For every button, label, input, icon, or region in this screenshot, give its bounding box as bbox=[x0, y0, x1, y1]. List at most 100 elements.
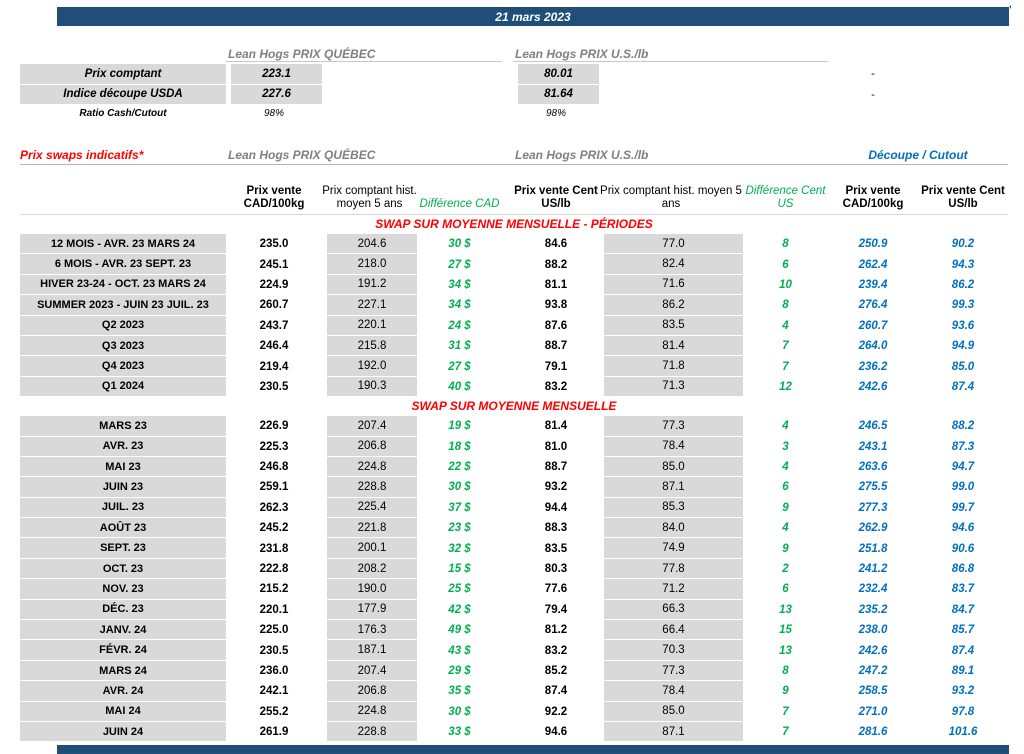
cell-hist-cad: 191.2 bbox=[322, 274, 417, 296]
cell-hist-us: 85.0 bbox=[599, 456, 743, 478]
cell-hist-cad: 206.8 bbox=[322, 681, 417, 702]
cell-difference-us: 4 bbox=[782, 420, 789, 433]
cell-difference-cad: 42 $ bbox=[448, 603, 471, 616]
table-row: SEPT. 23 231.8 200.1 32 $ 83.5 74.9 9 25… bbox=[20, 538, 1008, 559]
cell-cutout-cad: 260.7 bbox=[858, 319, 888, 332]
cell-prix-vente-us: 81.2 bbox=[544, 624, 568, 637]
table-row: MAI 23 246.8 224.8 22 $ 88.7 85.0 4 263.… bbox=[20, 456, 1008, 478]
monthly-title-row: SWAP SUR MOYENNE MENSUELLE bbox=[20, 397, 1008, 416]
cell-prix-vente-us: 94.4 bbox=[544, 501, 568, 514]
cell-difference-cad: 22 $ bbox=[448, 461, 471, 474]
cell-cutout-cad: 250.9 bbox=[858, 238, 888, 251]
row-label: JUIN 23 bbox=[20, 477, 226, 498]
cell-hist-cad: 190.3 bbox=[322, 376, 417, 398]
ratio-us-value: 98% bbox=[545, 108, 566, 119]
cell-cutout-cad: 236.2 bbox=[858, 360, 888, 373]
col-header-cutout-cad: Prix vente CAD/100kg bbox=[842, 185, 904, 211]
table-row: AOÛT 23 245.2 221.8 23 $ 88.3 84.0 4 262… bbox=[20, 518, 1008, 539]
cell-cutout-us: 85.0 bbox=[951, 360, 975, 373]
spot-header-row: Lean Hogs PRIX QUÉBEC Lean Hogs PRIX U.S… bbox=[20, 40, 1008, 64]
cell-difference-cad: 31 $ bbox=[448, 340, 471, 353]
gap-cell bbox=[502, 336, 513, 356]
table-row: Q4 2023 219.4 192.0 27 $ 79.1 71.8 7 236… bbox=[20, 356, 1008, 377]
cell-cutout-cad: 239.4 bbox=[858, 278, 888, 291]
cell-cutout-us: 99.0 bbox=[951, 481, 975, 494]
cell-cutout-cad: 264.0 bbox=[858, 340, 888, 353]
cell-cutout-us: 99.3 bbox=[951, 299, 975, 312]
gap-cell bbox=[502, 722, 513, 742]
cell-hist-us: 85.0 bbox=[599, 701, 743, 722]
cell-prix-vente-cad: 215.2 bbox=[259, 583, 289, 596]
cell-hist-us: 71.8 bbox=[599, 356, 743, 377]
gap-cell bbox=[502, 600, 513, 620]
cell-cutout-us: 87.4 bbox=[951, 380, 975, 393]
cell-difference-cad: 23 $ bbox=[448, 522, 471, 535]
cell-difference-cad: 25 $ bbox=[448, 583, 471, 596]
gap-cell bbox=[502, 356, 513, 376]
cell-hist-cad: 228.8 bbox=[322, 721, 417, 743]
table-row: JANV. 24 225.0 176.3 49 $ 81.2 66.4 15 2… bbox=[20, 620, 1008, 641]
swaps-section-title: Prix swaps indicatifs* bbox=[20, 147, 144, 162]
cell-hist-cad: 206.8 bbox=[322, 436, 417, 457]
cell-difference-us: 3 bbox=[782, 440, 789, 453]
cell-difference-cad: 30 $ bbox=[448, 481, 471, 494]
cell-prix-vente-cad: 255.2 bbox=[259, 705, 289, 718]
row-label: 6 MOIS - AVR. 23 SEPT. 23 bbox=[20, 254, 226, 275]
periods-table: 12 MOIS - AVR. 23 MARS 24 235.0 204.6 30… bbox=[20, 234, 1008, 398]
cell-hist-cad: 207.4 bbox=[322, 416, 417, 437]
cell-hist-cad: 192.0 bbox=[322, 356, 417, 377]
cell-cutout-us: 89.1 bbox=[951, 665, 975, 677]
cell-cutout-us: 97.8 bbox=[951, 705, 975, 718]
table-row: MARS 24 236.0 207.4 29 $ 85.2 77.3 8 247… bbox=[20, 660, 1008, 682]
cell-cutout-cad: 232.4 bbox=[858, 583, 888, 596]
cell-hist-us: 77.8 bbox=[599, 558, 743, 580]
cell-hist-us: 71.6 bbox=[599, 274, 743, 296]
cell-hist-us: 86.2 bbox=[599, 295, 743, 316]
gap-cell bbox=[502, 377, 513, 397]
cell-difference-cad: 18 $ bbox=[448, 440, 471, 453]
gap-cell bbox=[502, 681, 513, 701]
cell-hist-cad: 224.8 bbox=[322, 701, 417, 722]
col-header-hist-cad: Prix comptant hist. moyen 5 ans bbox=[322, 185, 417, 211]
cell-cutout-us: 86.2 bbox=[951, 278, 975, 291]
gap-cell bbox=[502, 518, 513, 538]
col-header-difference-cad: Différence CAD bbox=[419, 198, 500, 211]
cell-difference-cad: 30 $ bbox=[448, 705, 471, 718]
row-label: JUIN 24 bbox=[20, 721, 226, 743]
cell-difference-cad: 29 $ bbox=[448, 665, 471, 677]
cell-prix-vente-cad: 245.1 bbox=[259, 258, 289, 271]
row-label: JANV. 24 bbox=[20, 620, 226, 641]
report-body: Lean Hogs PRIX QUÉBEC Lean Hogs PRIX U.S… bbox=[20, 40, 1008, 743]
spot-quebec-header: Lean Hogs PRIX QUÉBEC bbox=[226, 47, 502, 62]
cell-cutout-cad: 241.2 bbox=[858, 563, 888, 576]
cell-prix-vente-us: 88.3 bbox=[544, 522, 568, 535]
spot-qc-value: 223.1 bbox=[226, 64, 322, 85]
cell-prix-vente-cad: 225.3 bbox=[259, 440, 289, 453]
cell-cutout-cad: 242.6 bbox=[858, 644, 888, 657]
cell-prix-vente-us: 88.7 bbox=[544, 461, 568, 474]
cell-difference-us: 10 bbox=[779, 278, 792, 291]
cell-prix-vente-cad: 230.5 bbox=[259, 644, 289, 657]
report-page: , 21 mars 2023 Lean Hogs PRIX QUÉBEC Lea… bbox=[0, 0, 1024, 754]
row-label: MAI 23 bbox=[20, 456, 226, 478]
cell-difference-us: 6 bbox=[782, 481, 789, 494]
col-header-difference-us: Différence Cent US bbox=[745, 185, 826, 211]
cell-prix-vente-cad: 259.1 bbox=[259, 481, 289, 494]
cell-hist-us: 77.3 bbox=[599, 660, 743, 682]
swaps-us-header: Lean Hogs PRIX U.S./lb bbox=[515, 147, 649, 162]
cell-cutout-us: 94.7 bbox=[951, 461, 975, 474]
spot-row-indice: Indice découpe USDA 227.6 81.64 - bbox=[20, 84, 1008, 105]
cell-difference-cad: 24 $ bbox=[448, 319, 471, 332]
cell-hist-us: 77.0 bbox=[599, 234, 743, 255]
gap-cell bbox=[502, 579, 513, 599]
cell-hist-us: 87.1 bbox=[599, 477, 743, 498]
row-label: HIVER 23-24 - OCT. 23 MARS 24 bbox=[20, 274, 226, 296]
gap-cell bbox=[502, 457, 513, 477]
cell-hist-us: 70.3 bbox=[599, 640, 743, 661]
spot-qc-value: 227.6 bbox=[226, 84, 322, 105]
monthly-section-title: SWAP SUR MOYENNE MENSUELLE bbox=[411, 399, 617, 414]
cell-prix-vente-cad: 262.3 bbox=[259, 501, 289, 514]
cell-hist-cad: 228.8 bbox=[322, 477, 417, 498]
gap-cell bbox=[502, 702, 513, 722]
